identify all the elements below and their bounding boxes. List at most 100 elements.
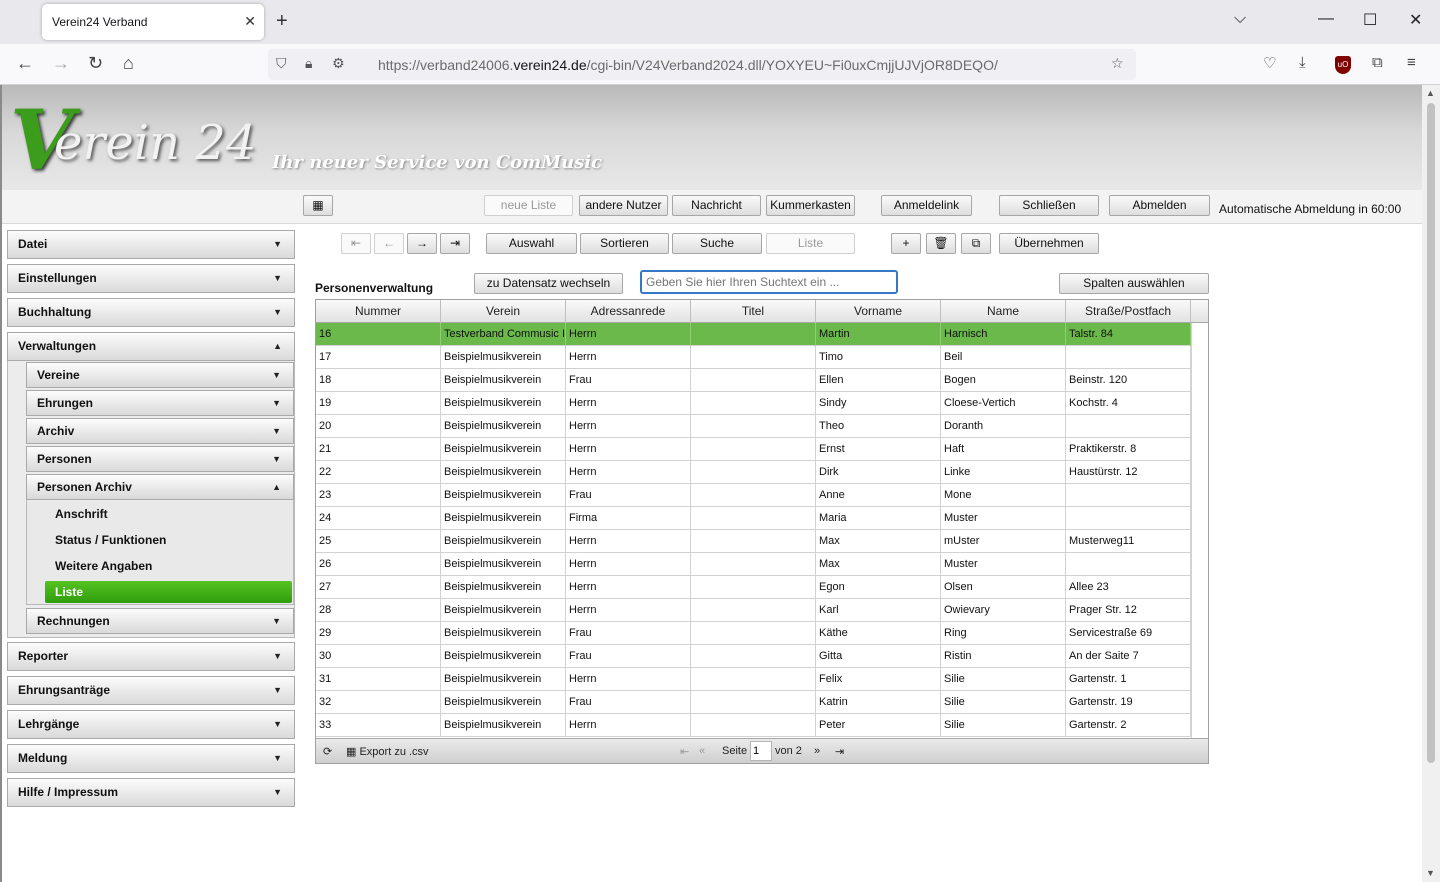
- pocket-icon[interactable]: ♡: [1263, 54, 1276, 72]
- home-icon[interactable]: ⌂: [123, 53, 134, 74]
- menu-vereine[interactable]: Vereine ▼: [26, 362, 294, 388]
- table-scrollbar[interactable]: [1191, 323, 1208, 738]
- prev-page-icon[interactable]: «: [699, 745, 705, 757]
- menu-rechnungen[interactable]: Rechnungen ▼: [26, 608, 294, 634]
- menu-lehrgaenge[interactable]: Lehrgänge ▼: [7, 710, 295, 739]
- table-row[interactable]: 16 Testverband Commusic I Herrn Martin Harni…: [316, 323, 1191, 346]
- table-row[interactable]: 28 Beispielmusikverein Herrn Karl Owievary Pr…: [316, 599, 1191, 622]
- table-row[interactable]: 26 Beispielmusikverein Herrn Max Muster: [316, 553, 1191, 576]
- menu-ehrungsantraege[interactable]: Ehrungsanträge ▼: [7, 676, 295, 705]
- column-header[interactable]: Titel: [691, 300, 816, 323]
- column-header[interactable]: Adressanrede: [566, 300, 691, 323]
- menu-ehrungen[interactable]: Ehrungen ▼: [26, 390, 294, 416]
- table-row[interactable]: 30 Beispielmusikverein Frau Gitta Ristin An d…: [316, 645, 1191, 668]
- table-row[interactable]: 31 Beispielmusikverein Herrn Felix Silie Gart…: [316, 668, 1191, 691]
- column-header[interactable]: Vorname: [816, 300, 941, 323]
- page-number-input[interactable]: [750, 741, 772, 761]
- table-row[interactable]: 17 Beispielmusikverein Herrn Timo Beil: [316, 346, 1191, 369]
- menu-buchhaltung[interactable]: Buchhaltung ▼: [7, 298, 295, 327]
- next-record-button[interactable]: →: [407, 233, 437, 254]
- menu-weitere-angaben[interactable]: Weitere Angaben: [55, 559, 152, 573]
- column-header[interactable]: Verein: [441, 300, 566, 323]
- spalten-auswaehlen-button[interactable]: Spalten auswählen: [1059, 273, 1209, 294]
- abmelden-button[interactable]: Abmelden: [1109, 195, 1210, 216]
- new-tab-icon[interactable]: +: [276, 10, 288, 33]
- menu-verwaltungen[interactable]: Verwaltungen ▲: [7, 332, 295, 361]
- table-row[interactable]: 22 Beispielmusikverein Herrn Dirk Linke Haust…: [316, 461, 1191, 484]
- menu-toggle-button[interactable]: ▦: [303, 195, 333, 216]
- trash-icon[interactable]: 🗑︎: [926, 233, 956, 254]
- scroll-down-icon[interactable]: ▼: [1426, 868, 1435, 878]
- minimize-icon[interactable]: —: [1318, 10, 1334, 28]
- next-page-icon[interactable]: »: [814, 745, 820, 757]
- table-row[interactable]: 18 Beispielmusikverein Frau Ellen Bogen Beins…: [316, 369, 1191, 392]
- zu-datensatz-button[interactable]: zu Datensatz wechseln: [474, 273, 623, 294]
- first-page-icon[interactable]: ⇤: [680, 745, 689, 758]
- last-page-icon[interactable]: ⇥: [835, 745, 844, 758]
- bookmark-star-icon[interactable]: ☆: [1111, 55, 1124, 72]
- tab-list-icon[interactable]: ⌵: [1234, 10, 1246, 28]
- table-row[interactable]: 20 Beispielmusikverein Herrn Theo Doranth: [316, 415, 1191, 438]
- table-row[interactable]: 27 Beispielmusikverein Herrn Egon Olsen Allee…: [316, 576, 1191, 599]
- back-icon[interactable]: ←: [16, 53, 34, 74]
- first-record-button[interactable]: ⇤: [341, 233, 371, 254]
- refresh-icon[interactable]: ⟳: [323, 745, 332, 758]
- auswahl-button[interactable]: Auswahl: [486, 233, 577, 254]
- table-row[interactable]: 29 Beispielmusikverein Frau Käthe Ring Servic…: [316, 622, 1191, 645]
- browser-tab[interactable]: Verein24 Verband ✕: [42, 4, 264, 40]
- menu-icon[interactable]: ≡: [1407, 54, 1416, 71]
- menu-personen-archiv[interactable]: Personen Archiv ▲: [26, 474, 294, 500]
- table-row[interactable]: 24 Beispielmusikverein Firma Maria Muster: [316, 507, 1191, 530]
- uebernehmen-button[interactable]: Übernehmen: [999, 233, 1099, 254]
- menu-einstellungen[interactable]: Einstellungen ▼: [7, 264, 295, 293]
- last-record-button[interactable]: ⇥: [440, 233, 470, 254]
- table-row[interactable]: 33 Beispielmusikverein Herrn Peter Silie Gart…: [316, 714, 1191, 737]
- column-header[interactable]: Nummer: [316, 300, 441, 323]
- table-row[interactable]: 21 Beispielmusikverein Herrn Ernst Haft Prakt…: [316, 438, 1191, 461]
- menu-meldung[interactable]: Meldung ▼: [7, 744, 295, 773]
- table-row[interactable]: 25 Beispielmusikverein Herrn Max mUster Muste…: [316, 530, 1191, 553]
- andere-nutzer-button[interactable]: andere Nutzer: [579, 195, 668, 216]
- anmeldelink-button[interactable]: Anmeldelink: [881, 195, 972, 216]
- forward-icon[interactable]: →: [52, 53, 70, 74]
- table-row[interactable]: 23 Beispielmusikverein Frau Anne Mone: [316, 484, 1191, 507]
- menu-hilfe[interactable]: Hilfe / Impressum ▼: [7, 778, 295, 807]
- lock-icon[interactable]: 🔒︎: [305, 55, 312, 72]
- url-bar[interactable]: ⛉ 🔒︎ ⚙ https://verband24006.verein24.de/…: [268, 49, 1136, 80]
- close-window-icon[interactable]: ✕: [1409, 10, 1422, 30]
- shield-icon[interactable]: ⛉: [276, 55, 287, 72]
- menu-liste-active[interactable]: Liste: [45, 581, 292, 603]
- table-row[interactable]: 19 Beispielmusikverein Herrn Sindy Cloese-Ve…: [316, 392, 1191, 415]
- ublock-icon[interactable]: uO: [1335, 56, 1351, 74]
- menu-datei[interactable]: Datei ▼: [7, 230, 295, 259]
- export-csv-link[interactable]: ▦ Export zu .csv: [346, 745, 429, 758]
- url-text[interactable]: https://verband24006.verein24.de/cgi-bin…: [378, 57, 998, 73]
- nachricht-button[interactable]: Nachricht: [672, 195, 761, 216]
- copy-icon[interactable]: ⧉: [961, 233, 991, 254]
- download-icon[interactable]: ⤓: [1299, 54, 1306, 71]
- suche-button[interactable]: Suche: [672, 233, 762, 254]
- kummerkasten-button[interactable]: Kummerkasten: [766, 195, 855, 216]
- schliessen-button[interactable]: Schließen: [999, 195, 1099, 216]
- page-scrollbar[interactable]: ▲ ▼: [1422, 85, 1440, 882]
- permissions-icon[interactable]: ⚙: [332, 55, 345, 72]
- column-header[interactable]: Straße/Postfach: [1066, 300, 1191, 323]
- menu-reporter[interactable]: Reporter ▼: [7, 642, 295, 671]
- close-tab-icon[interactable]: ✕: [244, 13, 256, 30]
- maximize-icon[interactable]: ☐: [1363, 10, 1377, 30]
- add-icon[interactable]: +: [891, 233, 921, 254]
- menu-archiv[interactable]: Archiv ▼: [26, 418, 294, 444]
- scroll-thumb[interactable]: [1427, 103, 1435, 763]
- search-input[interactable]: [640, 270, 898, 294]
- reload-icon[interactable]: ↻: [88, 53, 103, 74]
- extensions-icon[interactable]: ⧉: [1372, 54, 1383, 71]
- menu-status-funktionen[interactable]: Status / Funktionen: [55, 533, 166, 547]
- menu-personen[interactable]: Personen ▼: [26, 446, 294, 472]
- neue-liste-button[interactable]: neue Liste: [484, 195, 573, 216]
- prev-record-button[interactable]: ←: [374, 233, 404, 254]
- sortieren-button[interactable]: Sortieren: [580, 233, 669, 254]
- scroll-up-icon[interactable]: ▲: [1426, 88, 1435, 98]
- menu-anschrift[interactable]: Anschrift: [55, 507, 108, 521]
- liste-button[interactable]: Liste: [766, 233, 855, 254]
- column-header[interactable]: Name: [941, 300, 1066, 323]
